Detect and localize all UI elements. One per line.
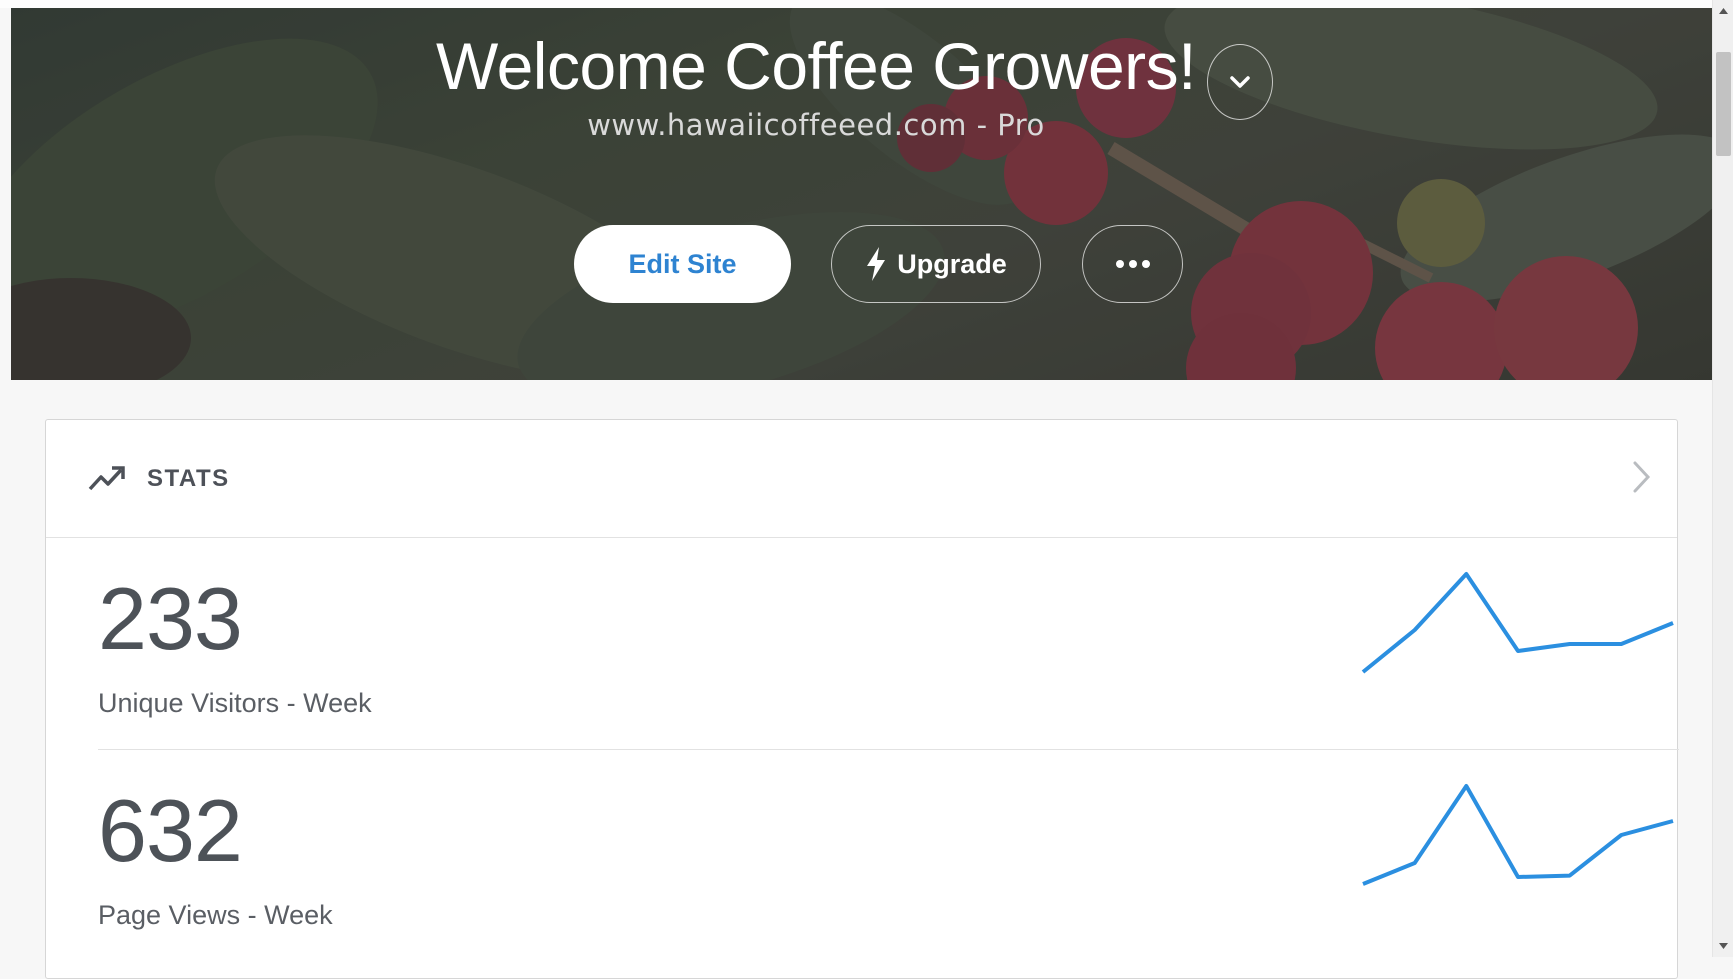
stat-unique-visitors[interactable]: 233 Unique Visitors - Week	[98, 538, 1679, 750]
dashboard-window: Welcome Coffee Growers! www.hawaiicoffee…	[0, 0, 1733, 979]
lightning-bolt-icon	[867, 247, 886, 281]
arrow-down-icon	[1719, 943, 1728, 949]
chevron-right-icon[interactable]	[1631, 460, 1651, 494]
edit-site-label: Edit Site	[628, 248, 737, 279]
top-edge	[0, 0, 1733, 8]
edit-site-button[interactable]: Edit Site	[574, 225, 791, 303]
sparkline-line	[1361, 572, 1674, 674]
site-switcher-button[interactable]	[1207, 44, 1273, 120]
stat-value: 632	[98, 781, 243, 880]
scroll-thumb[interactable]	[1716, 52, 1731, 156]
chevron-down-icon	[1230, 76, 1250, 88]
trending-up-icon	[88, 466, 125, 491]
more-options-button[interactable]	[1082, 225, 1183, 303]
upgrade-label: Upgrade	[897, 248, 1007, 279]
stat-label: Page Views - Week	[98, 900, 333, 930]
site-url: www.hawaiicoffeeed.com - Pro	[587, 108, 1045, 142]
site-hero-banner: Welcome Coffee Growers! www.hawaiicoffee…	[11, 8, 1712, 380]
scroll-down-arrow[interactable]	[1713, 939, 1733, 953]
stats-header[interactable]: STATS	[46, 420, 1677, 538]
arrow-up-icon	[1719, 8, 1728, 14]
scroll-up-arrow[interactable]	[1713, 4, 1733, 18]
stats-title: STATS	[147, 465, 230, 492]
ellipsis-icon	[1115, 260, 1150, 268]
sparkline-line	[1362, 784, 1674, 886]
vertical-scrollbar[interactable]	[1712, 0, 1733, 957]
sparkline-chart	[1362, 784, 1674, 886]
sparkline-chart	[1361, 572, 1674, 674]
page-title: Welcome Coffee Growers!	[435, 29, 1197, 103]
upgrade-button[interactable]: Upgrade	[831, 225, 1041, 303]
stats-card: STATS 233 Unique Visitors - Week 632 Pag…	[45, 419, 1679, 979]
stat-label: Unique Visitors - Week	[98, 688, 372, 718]
stat-value: 233	[98, 569, 243, 668]
stat-page-views[interactable]: 632 Page Views - Week	[98, 750, 1679, 962]
